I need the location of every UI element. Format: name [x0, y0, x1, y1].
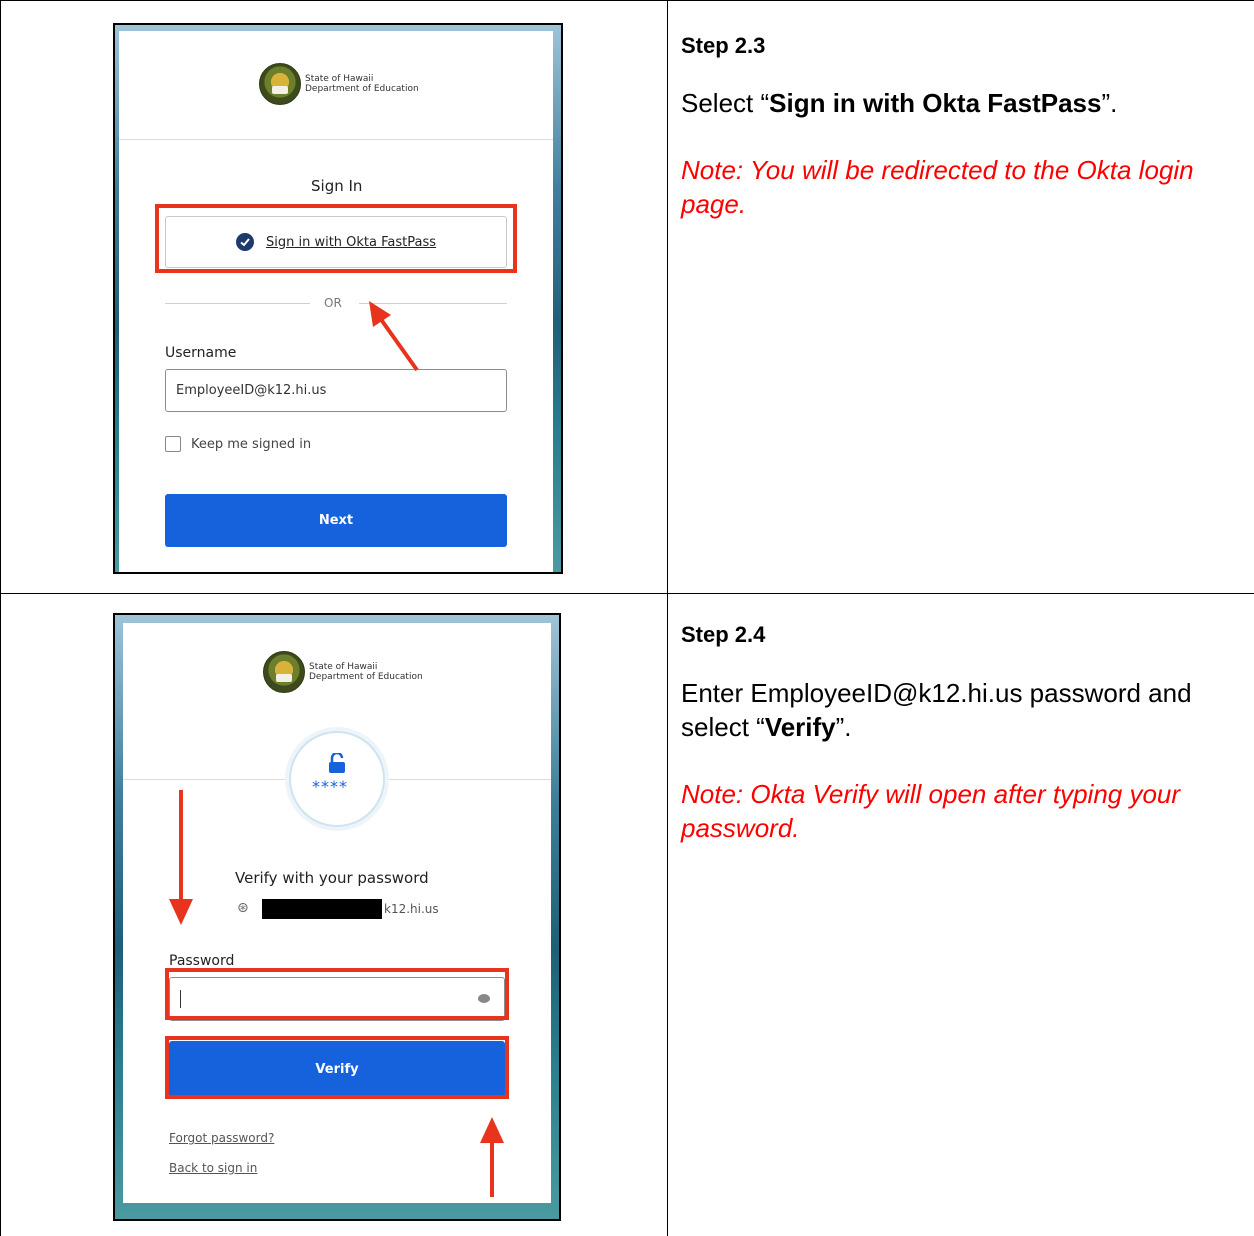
table-border-top: [0, 0, 1254, 1]
step-2-3-body-bold: Sign in with Okta FastPass: [769, 88, 1102, 118]
step-2-3-note: Note: You will be redirected to the Okta…: [681, 155, 1194, 219]
step-2-4-note: Note: Okta Verify will open after typing…: [681, 779, 1181, 843]
screenshot-sign-in: State of Hawaii Department of Education …: [113, 23, 563, 574]
table-row-divider: [0, 593, 1254, 594]
step-2-4-body-prefix: Enter EmployeeID@k12.hi.us password and …: [681, 678, 1192, 742]
step-2-3-title: Step 2.3: [681, 33, 766, 58]
arrow-pointer-icon: [369, 301, 419, 372]
step-2-3-body-suffix: ”.: [1101, 88, 1118, 118]
step-2-4-body: Enter EmployeeID@k12.hi.us password and …: [681, 676, 1221, 744]
step-2-4-body-suffix: ”.: [835, 712, 852, 742]
step-2-3-body: Select “Sign in with Okta FastPass”.: [681, 86, 1221, 120]
table-border-left: [0, 0, 1, 1236]
step-2-4-title: Step 2.4: [681, 622, 766, 647]
screenshot-verify-password: State of Hawaii Department of Education …: [113, 613, 561, 1221]
step-2-4-body-bold: Verify: [764, 712, 836, 742]
arrow-up-icon: [480, 1117, 504, 1197]
table-column-divider: [667, 0, 668, 1236]
step-2-3-body-prefix: Select “: [681, 88, 770, 118]
